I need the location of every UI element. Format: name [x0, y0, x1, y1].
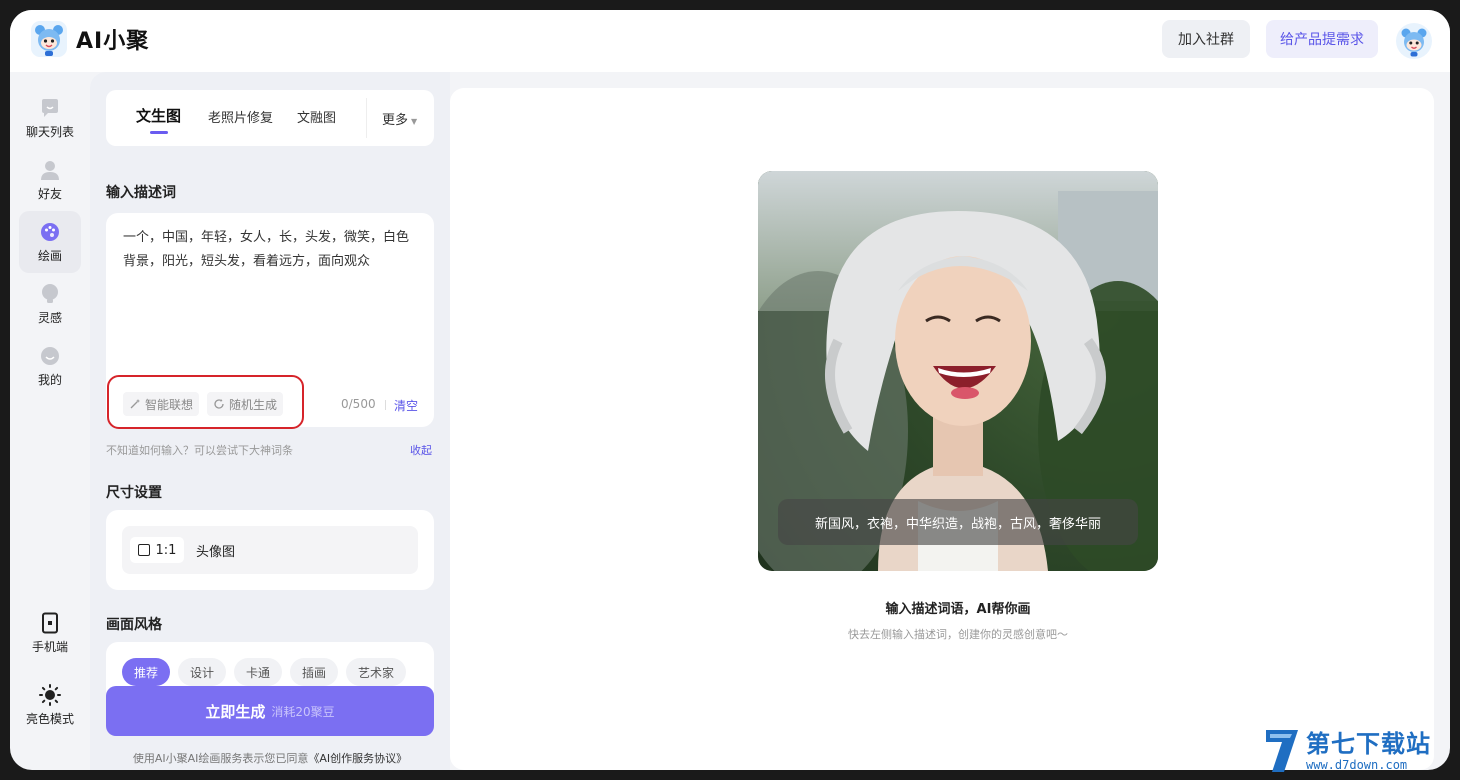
empty-state-title: 输入描述词语，AI帮你画 — [885, 602, 1031, 617]
smile-icon — [41, 346, 59, 365]
tab-divider — [366, 98, 367, 138]
ratio-badge: 1:1 — [130, 537, 184, 563]
smart-assist-button[interactable]: 智能联想 — [123, 392, 200, 416]
app-logo[interactable]: AI小聚 — [30, 20, 149, 58]
nav-item-mine[interactable]: 我的 — [19, 335, 81, 397]
nav-item-friends[interactable]: 好友 — [19, 149, 81, 211]
theme-toggle[interactable]: 亮色模式 — [19, 674, 81, 736]
app-name: AI小聚 — [76, 29, 150, 54]
size-section-title: 尺寸设置 — [106, 485, 162, 501]
tab-old-photo-restore[interactable]: 老照片修复 — [208, 107, 273, 126]
char-counter: 0/500 — [341, 397, 376, 411]
agreement-text: 使用AI小聚AI绘画服务表示您已同意《AI创作服务协议》 — [132, 752, 408, 765]
style-chip-design[interactable]: 设计 — [178, 658, 227, 686]
chat-bubble-icon — [42, 98, 58, 117]
nav-item-chat-list[interactable]: 聊天列表 — [19, 87, 81, 149]
drawing-control-panel: 文生图 老照片修复 文融图 更多 ▼ 输入描述词 一个，中国，年轻，女人，长，头发… — [90, 72, 450, 770]
style-chip-cartoon[interactable]: 卡通 — [234, 658, 283, 686]
size-option-avatar[interactable]: 1:1 头像图 — [122, 526, 418, 574]
site-watermark: 第七下载站 www.d7down.com — [1264, 728, 1431, 774]
clear-button[interactable]: 清空 — [394, 397, 418, 414]
more-tabs-dropdown[interactable]: 更多 ▼ — [382, 109, 417, 128]
sample-preview-image: 新国风，衣袍，中华织造，战袍，古风，奢侈华丽 — [758, 171, 1158, 571]
prompt-hint: 不知道如何输入？可以尝试下大神词条 — [106, 444, 293, 457]
prompt-textarea[interactable]: 一个，中国，年轻，女人，长，头发，微笑，白色背景，阳光，短头发，看着远方，面向观… — [123, 226, 413, 274]
style-chip-artist[interactable]: 艺术家 — [346, 658, 407, 686]
preview-caption: 新国风，衣袍，中华织造，战袍，古风，奢侈华丽 — [778, 499, 1138, 545]
style-chip-illustration[interactable]: 插画 — [290, 658, 339, 686]
counter-divider — [385, 400, 386, 410]
watermark-site-name: 第七下载站 — [1306, 730, 1431, 758]
nav-item-mobile[interactable]: 手机端 — [19, 602, 81, 664]
magic-wand-icon — [130, 399, 140, 409]
generate-button[interactable]: 立即生成 消耗20聚豆 — [106, 686, 434, 736]
sun-icon — [39, 683, 61, 706]
tab-text-to-image[interactable]: 文生图 — [136, 105, 181, 126]
size-label: 头像图 — [196, 545, 236, 560]
size-settings: 1:1 头像图 — [106, 510, 434, 590]
app-window: AI小聚 加入社群 给产品提需求 聊天列表 好友 绘画 灵感 我的 手机端 亮色… — [10, 10, 1450, 770]
watermark-url: www.d7down.com — [1306, 758, 1408, 772]
user-avatar[interactable] — [1395, 22, 1433, 60]
tab-text-blend-image[interactable]: 文融图 — [297, 107, 336, 126]
refresh-icon — [214, 399, 224, 409]
agreement-link[interactable]: 《AI创作服务协议》 — [308, 752, 407, 765]
palette-icon — [41, 222, 59, 241]
mascot-logo-icon — [31, 21, 67, 57]
prompt-section-title: 输入描述词 — [106, 185, 176, 201]
side-nav: 聊天列表 好友 绘画 灵感 我的 手机端 亮色模式 — [10, 72, 90, 770]
collapse-button[interactable]: 收起 — [410, 442, 432, 458]
mode-tabs: 文生图 老照片修复 文融图 更多 ▼ — [106, 90, 434, 146]
empty-state-subtitle: 快去左侧输入描述词，创建你的灵感创意吧～ — [848, 628, 1068, 641]
result-display-area: 新国风，衣袍，中华织造，战袍，古风，奢侈华丽 输入描述词语，AI帮你画 快去左侧… — [450, 88, 1434, 770]
random-generate-button[interactable]: 随机生成 — [207, 392, 284, 416]
generate-cost: 消耗20聚豆 — [271, 704, 335, 719]
top-header: AI小聚 加入社群 给产品提需求 — [10, 10, 1450, 72]
active-tab-indicator — [150, 131, 168, 134]
style-chip-recommended[interactable]: 推荐 — [122, 658, 171, 686]
square-ratio-icon — [137, 544, 150, 556]
nav-item-inspiration[interactable]: 灵感 — [19, 273, 81, 335]
chevron-down-icon: ▼ — [411, 117, 418, 126]
style-section-title: 画面风格 — [106, 617, 162, 633]
join-group-button[interactable]: 加入社群 — [1162, 20, 1250, 58]
lightbulb-icon — [42, 283, 58, 303]
feedback-button[interactable]: 给产品提需求 — [1266, 20, 1378, 58]
user-icon — [41, 160, 59, 180]
mobile-phone-icon — [42, 612, 58, 633]
watermark-logo-icon — [1266, 730, 1298, 772]
nav-item-painting[interactable]: 绘画 — [19, 211, 81, 273]
prompt-input-box[interactable]: 一个，中国，年轻，女人，长，头发，微笑，白色背景，阳光，短头发，看着远方，面向观… — [106, 213, 434, 429]
